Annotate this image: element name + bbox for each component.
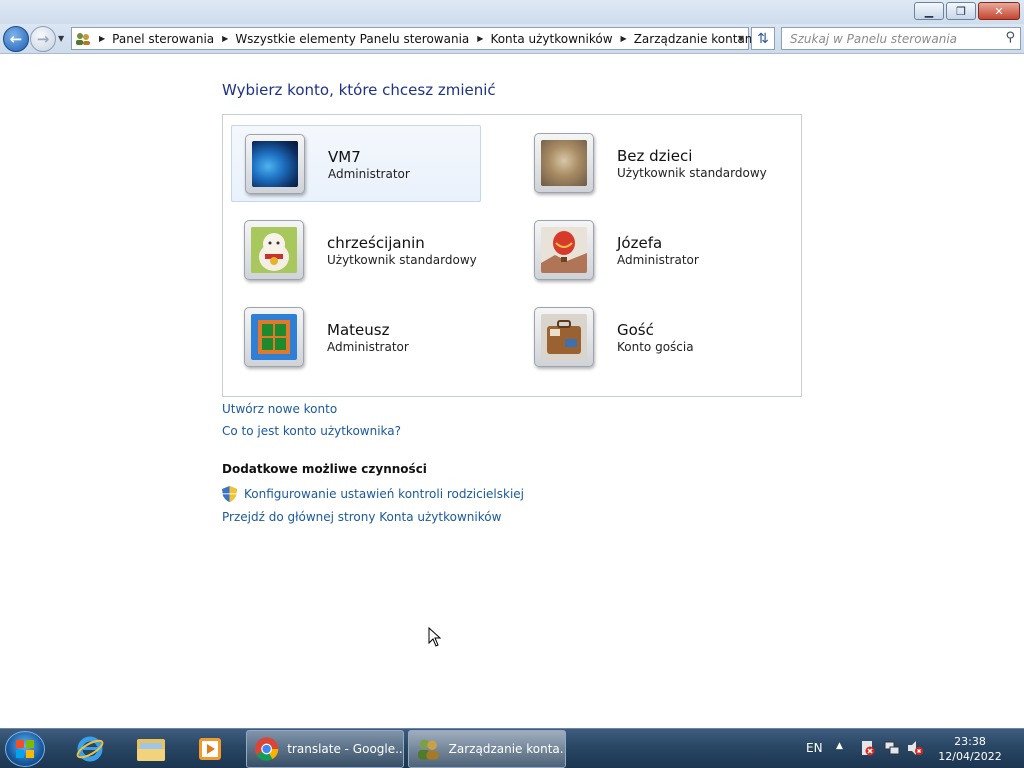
window-frame-picture [251,314,297,360]
close-button[interactable]: ✕ [978,2,1020,20]
avatar [244,307,304,367]
taskbar-explorer[interactable] [125,732,177,766]
account-type: Użytkownik standardowy [617,166,767,180]
taskbar: translate - Google... Zarządzanie konta.… [0,728,1024,768]
network-icon[interactable] [884,740,900,756]
breadcrumb-control-panel[interactable]: Panel sterowania [112,32,214,46]
account-name: chrześcijanin [327,234,425,252]
breadcrumb-all-items[interactable]: Wszystkie elementy Panelu sterowania [235,32,469,46]
account-name: Józefa [617,234,663,252]
refresh-icon: ⇅ [757,30,769,47]
account-name: Mateusz [327,321,390,339]
taskbar-task-user-accounts[interactable]: Zarządzanie konta... [408,730,566,768]
parental-controls-link[interactable]: Konfigurowanie ustawień kontroli rodzici… [244,487,524,501]
avatar [534,133,594,193]
kitten-picture [541,140,587,186]
recent-pages-dropdown[interactable]: ▼ [58,34,64,43]
window-titlebar: ▁ ❐ ✕ [0,0,1024,24]
accounts-list: VM7 Administrator Bez dzieci Użytkownik … [222,114,802,397]
windows-logo-icon [16,740,34,758]
account-name: Bez dzieci [617,147,693,165]
avatar [244,220,304,280]
system-clock[interactable]: 23:38 12/04/2022 [930,734,1010,764]
account-type: Konto gościa [617,340,694,354]
show-hidden-icons-button[interactable]: ▲ [836,741,843,751]
account-type: Użytkownik standardowy [327,253,477,267]
search-input[interactable]: Szukaj w Panelu sterowania ⚲ [781,27,1021,50]
account-type: Administrator [327,340,409,354]
taskbar-task-chrome[interactable]: translate - Google... [246,730,404,768]
task-label: Zarządzanie konta... [448,742,565,756]
media-player-icon [199,738,221,760]
suitcase-picture [541,314,587,360]
chevron-right-icon: ▶ [99,34,106,43]
address-bar[interactable]: ▶ Panel sterowania ▶ Wszystkie elementy … [71,27,760,50]
account-chrzescijanin[interactable]: chrześcijanin Użytkownik standardowy [231,212,481,289]
taskbar-internet-explorer[interactable] [64,732,116,766]
back-button[interactable]: ← [3,26,29,52]
control-panel-icon [75,31,91,47]
volume-muted-icon[interactable] [907,740,923,756]
create-account-link[interactable]: Utwórz nowe konto [222,402,337,416]
mouse-cursor-icon [428,627,442,647]
start-button[interactable] [5,731,45,767]
avatar [534,307,594,367]
account-name: Gość [617,321,654,339]
account-name: VM7 [328,148,361,166]
search-icon[interactable]: ⚲ [1005,30,1015,45]
what-is-account-link[interactable]: Co to jest konto użytkownika? [222,424,401,438]
chevron-right-icon: ▶ [620,34,627,43]
chrome-icon [254,737,279,761]
account-jozefa[interactable]: Józefa Administrator [521,212,771,289]
blue-swirl-picture [252,141,298,187]
maximize-button[interactable]: ❐ [946,2,976,20]
breadcrumb-user-accounts[interactable]: Konta użytkowników [490,32,612,46]
account-bez-dzieci[interactable]: Bez dzieci Użytkownik standardowy [521,125,771,202]
chevron-down-icon[interactable]: ▼ [738,34,744,43]
user-accounts-main-link[interactable]: Przejdź do głównej strony Konta użytkown… [222,510,501,524]
chevron-right-icon: ▶ [222,34,229,43]
clock-time: 23:38 [954,735,986,748]
page-title: Wybierz konto, które chcesz zmienić [222,81,496,99]
task-label: translate - Google... [287,742,403,756]
account-gosc[interactable]: Gość Konto gościa [521,299,771,376]
action-center-icon[interactable] [859,740,875,756]
hot-air-balloon-picture [541,227,587,273]
folder-icon [137,739,165,761]
clock-date: 12/04/2022 [938,750,1002,763]
users-icon [417,739,439,760]
account-vm7[interactable]: VM7 Administrator [231,125,481,202]
window-controls: ▁ ❐ ✕ [914,2,1020,20]
account-type: Administrator [328,167,410,181]
additional-tasks-heading: Dodatkowe możliwe czynności [222,462,427,476]
avatar [534,220,594,280]
arrow-right-icon: → [36,30,50,48]
account-type: Administrator [617,253,699,267]
language-indicator[interactable]: EN [806,741,823,755]
taskbar-media-player[interactable] [184,732,236,766]
lucky-cat-picture [251,227,297,273]
avatar [245,134,305,194]
navigation-bar: ← → ▼ ▶ Panel sterowania ▶ Wszystkie ele… [0,24,1024,54]
internet-explorer-icon [76,736,104,762]
refresh-button[interactable]: ⇅ [751,27,775,50]
account-mateusz[interactable]: Mateusz Administrator [231,299,481,376]
chevron-right-icon: ▶ [477,34,484,43]
arrow-left-icon: ← [9,30,23,48]
search-placeholder: Szukaj w Panelu sterowania [790,32,958,46]
minimize-button[interactable]: ▁ [914,2,944,20]
uac-shield-icon [222,486,237,502]
forward-button[interactable]: → [30,26,56,52]
